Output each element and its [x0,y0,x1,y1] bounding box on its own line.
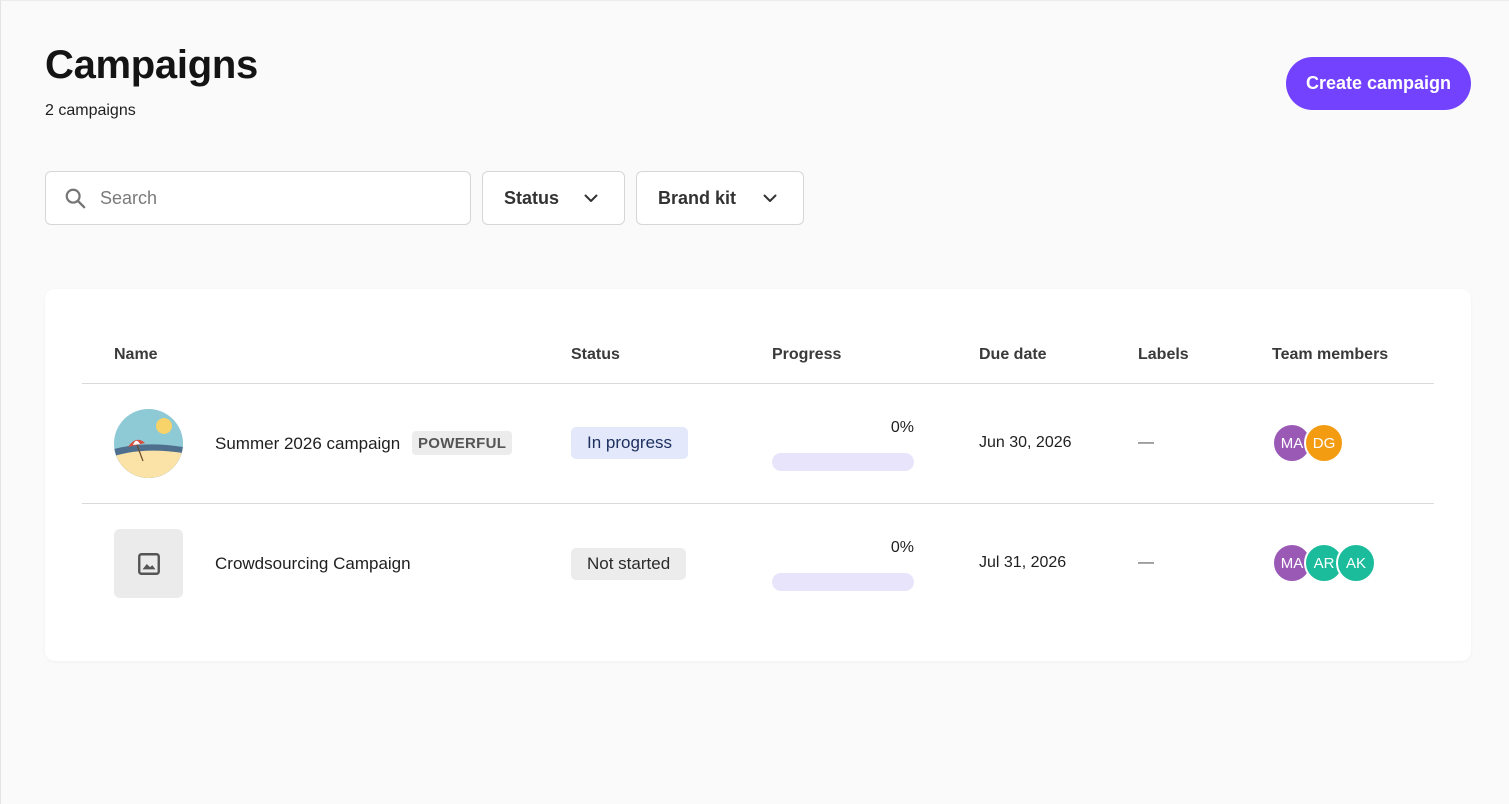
labels-empty: — [1138,554,1154,571]
chevron-down-icon [584,194,598,202]
progress-bar [772,453,914,471]
row-divider [82,503,1434,504]
status-badge: Not started [571,548,687,580]
due-date: Jul 31, 2026 [979,554,1067,571]
create-campaign-button[interactable]: Create campaign [1286,57,1471,110]
beach-thumbnail-icon [114,409,183,478]
campaign-thumbnail[interactable] [114,409,183,478]
header-divider [82,383,1434,384]
campaigns-table-card [45,289,1471,661]
column-header-team-members: Team members [1272,346,1389,363]
labels-empty: — [1138,434,1154,451]
campaign-name[interactable]: Summer 2026 campaign [215,434,400,454]
page-title: Campaigns [45,43,258,87]
avatar[interactable]: AK [1336,543,1376,583]
campaign-count: 2 campaigns [45,102,136,119]
status-filter-label: Status [504,187,560,208]
column-header-labels: Labels [1138,346,1189,363]
search-input[interactable] [100,187,400,209]
progress-percent: 0% [890,419,914,436]
progress-percent: 0% [890,539,914,556]
progress-bar [772,573,914,591]
column-header-status[interactable]: Status [571,346,620,364]
brand-kit-filter-label: Brand kit [658,187,737,208]
due-date: Jun 30, 2026 [979,434,1072,451]
campaign-tag: POWERFUL [412,431,513,455]
campaign-thumbnail[interactable] [114,529,183,598]
image-icon [137,552,160,575]
search-icon [65,188,86,209]
chevron-down-icon [763,194,777,202]
column-header-name[interactable]: Name [114,346,158,364]
brand-kit-filter-dropdown[interactable]: Brand kit [636,171,804,225]
column-header-progress[interactable]: Progress [772,346,841,364]
column-header-due-date[interactable]: Due date [979,346,1047,364]
status-filter-dropdown[interactable]: Status [482,171,625,225]
search-box[interactable] [45,171,471,225]
avatar[interactable]: DG [1304,423,1344,463]
campaign-name[interactable]: Crowdsourcing Campaign [215,554,411,574]
status-badge: In progress [571,427,689,459]
